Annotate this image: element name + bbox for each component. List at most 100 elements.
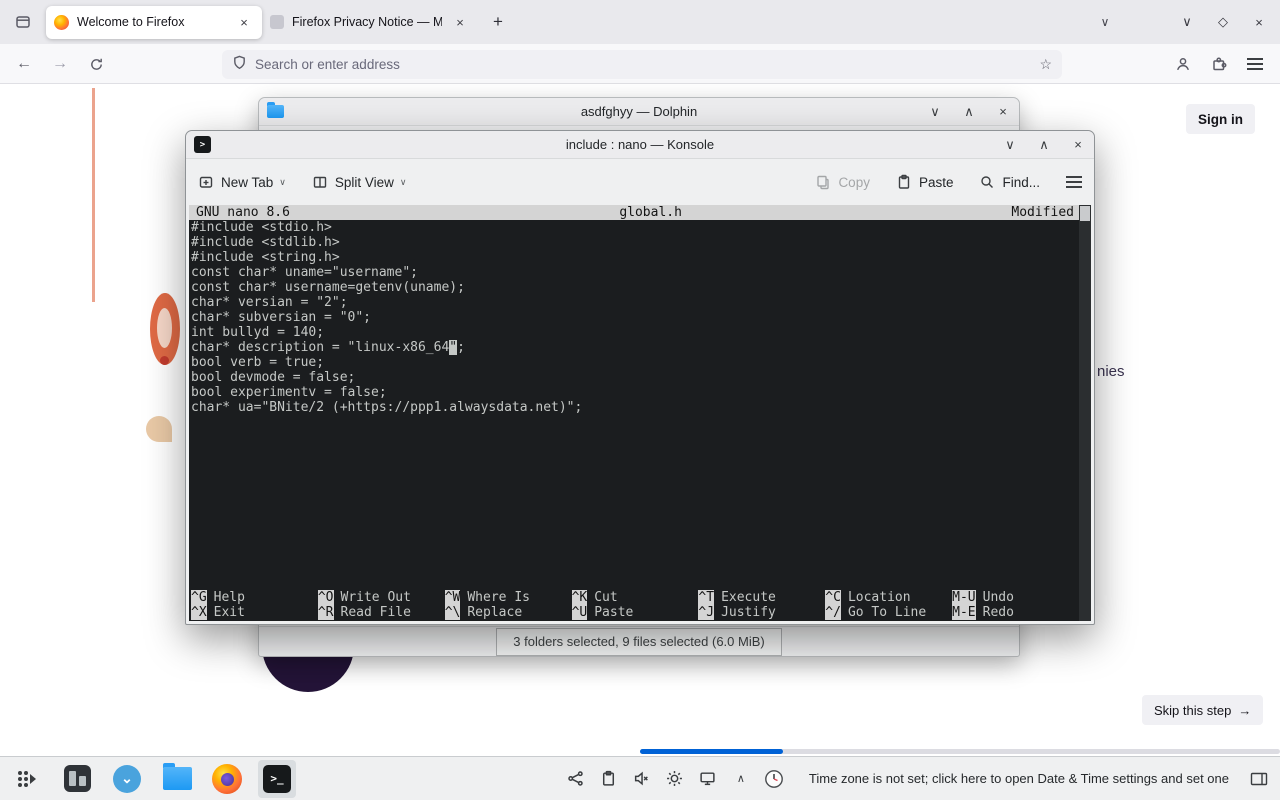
- code-line: int bullyd = 140;: [191, 325, 325, 340]
- code-line: bool devmode = false;: [191, 370, 356, 385]
- text-cursor: ": [449, 340, 458, 355]
- paste-icon: [898, 174, 910, 189]
- tab-title: Firefox Privacy Notice — M: [292, 15, 442, 29]
- nano-shortcut: M-U Undo: [952, 590, 1014, 605]
- clipboard-icon[interactable]: [597, 767, 621, 791]
- tray-expand-icon[interactable]: ∧: [729, 767, 753, 791]
- minimize-button[interactable]: ∨: [1174, 9, 1200, 35]
- new-tab-button[interactable]: New Tab ∨: [198, 174, 286, 190]
- konsole-window: > include : nano — Konsole ∨ ∧ × New Tab…: [185, 130, 1095, 625]
- account-icon[interactable]: [1167, 48, 1199, 80]
- arrow-right-icon: →: [1238, 702, 1252, 718]
- tab-close-icon[interactable]: ×: [450, 12, 470, 32]
- find-button[interactable]: Find...: [979, 174, 1040, 190]
- code-line: bool verb = true;: [191, 355, 325, 370]
- new-tab-button[interactable]: +: [484, 8, 512, 36]
- url-bar[interactable]: ☆: [222, 50, 1062, 79]
- dolphin-app-icon: [267, 102, 284, 118]
- nano-title-bar: GNU nano 8.6 global.h Modified: [189, 205, 1079, 220]
- menu-icon[interactable]: [1239, 48, 1271, 80]
- paste-button[interactable]: Paste: [896, 174, 953, 190]
- nano-filename: global.h: [619, 205, 682, 220]
- code-line: char* ua="BNite/2 (+https://ppp1.alwaysd…: [191, 400, 583, 415]
- taskbar: ⌄ >_ ∧ Time zone is not set; click here …: [0, 756, 1280, 800]
- split-view-label: Split View: [334, 174, 394, 190]
- dolphin-taskbar-icon[interactable]: [158, 760, 196, 798]
- skip-step-button[interactable]: Skip this step →: [1142, 695, 1264, 725]
- application-launcher-icon[interactable]: [8, 760, 46, 798]
- split-view-button[interactable]: Split View ∨: [312, 174, 407, 190]
- chevron-down-icon[interactable]: ∨: [400, 177, 407, 188]
- nano-shortcut: ^G Help: [191, 590, 245, 605]
- minimize-button[interactable]: ∨: [1002, 137, 1018, 153]
- close-button[interactable]: ×: [995, 104, 1011, 120]
- nano-shortcut: ^U Paste: [571, 605, 634, 620]
- timezone-notification[interactable]: Time zone is not set; click here to open…: [809, 771, 1229, 786]
- konsole-window-title: include : nano — Konsole: [565, 137, 715, 152]
- terminal-scrollbar[interactable]: [1079, 205, 1091, 621]
- nano-shortcut: ^/Go To Line: [825, 605, 927, 620]
- forward-button[interactable]: →: [44, 48, 76, 80]
- bookmark-star-icon[interactable]: ☆: [1039, 56, 1052, 73]
- chevron-down-icon[interactable]: ∨: [279, 177, 286, 188]
- back-button[interactable]: ←: [8, 48, 40, 80]
- firefox-favicon: [54, 14, 69, 30]
- selection-status-text: 3 folders selected, 9 files selected (6.…: [496, 627, 782, 656]
- nano-shortcut: ^J Justify: [698, 605, 776, 620]
- dolphin-status-bar: 3 folders selected, 9 files selected (6.…: [259, 626, 1019, 656]
- desktop: Welcome to Firefox × Firefox Privacy Not…: [0, 0, 1280, 800]
- konsole-taskbar-icon[interactable]: >_: [258, 759, 296, 798]
- maximize-button[interactable]: ∧: [961, 104, 977, 120]
- brightness-icon[interactable]: [663, 767, 687, 791]
- konsole-toolbar: New Tab ∨ Split View ∨ Copy Paste Find..…: [186, 159, 1094, 205]
- nano-shortcut: ^R Read File: [317, 605, 411, 620]
- nano-shortcut: ^K Cut: [571, 590, 618, 605]
- nano-shortcut: ^\ Replace: [444, 605, 523, 620]
- list-all-tabs-icon[interactable]: ∨: [1092, 9, 1118, 35]
- nano-buffer: #include <stdio.h> #include <stdlib.h> #…: [189, 220, 1091, 415]
- code-line: char* subversian = "0";: [191, 310, 372, 325]
- tab-close-icon[interactable]: ×: [234, 12, 254, 32]
- copy-button[interactable]: Copy: [815, 174, 870, 190]
- onboarding-progress-track: [640, 749, 1280, 754]
- firefox-nav-bar: ← → ☆: [0, 44, 1280, 84]
- page-text-fragment: nies: [1097, 363, 1125, 380]
- tab-welcome-to-firefox[interactable]: Welcome to Firefox ×: [46, 5, 262, 39]
- firefox-window-controls: ∨ ◇ ×: [1174, 9, 1272, 35]
- display-icon[interactable]: [696, 767, 720, 791]
- nano-shortcut: ^X Exit: [191, 605, 245, 620]
- tab-privacy-notice[interactable]: Firefox Privacy Notice — M ×: [262, 6, 478, 39]
- new-tab-icon: [199, 176, 213, 188]
- close-button[interactable]: ×: [1070, 137, 1086, 153]
- code-line-with-cursor: char* description = "linux-x86_64";: [191, 340, 465, 355]
- konsole-menu-button[interactable]: [1066, 176, 1082, 188]
- firefox-taskbar-icon[interactable]: [208, 760, 246, 798]
- system-tray: ∧ Time zone is not set; click here to op…: [564, 766, 1272, 792]
- input-method-icon[interactable]: [564, 767, 588, 791]
- restore-button[interactable]: ◇: [1210, 9, 1236, 35]
- minimize-button[interactable]: ∨: [927, 104, 943, 120]
- sign-in-button[interactable]: Sign in: [1186, 104, 1255, 134]
- extensions-icon[interactable]: [1203, 48, 1235, 80]
- hamburger-icon: [1066, 176, 1082, 188]
- close-button[interactable]: ×: [1246, 9, 1272, 35]
- terminal[interactable]: GNU nano 8.6 global.h Modified #include …: [189, 205, 1091, 621]
- new-tab-label: New Tab: [221, 174, 274, 190]
- system-settings-icon[interactable]: [58, 760, 96, 798]
- skip-step-label: Skip this step: [1154, 702, 1232, 718]
- nano-shortcut: M-E Redo: [952, 605, 1014, 620]
- firefox-tab-bar: Welcome to Firefox × Firefox Privacy Not…: [0, 0, 1280, 44]
- clock-icon[interactable]: [762, 767, 786, 791]
- reload-button[interactable]: [80, 48, 112, 80]
- code-line: #include <stdlib.h>: [191, 235, 340, 250]
- discover-icon[interactable]: ⌄: [108, 760, 146, 798]
- scrollbar-thumb[interactable]: [1080, 206, 1090, 221]
- search-input[interactable]: [255, 57, 1032, 72]
- search-icon: [981, 176, 994, 188]
- page-favicon: [270, 15, 284, 29]
- panel-settings-icon[interactable]: [1246, 766, 1272, 792]
- maximize-button[interactable]: ∧: [1036, 137, 1052, 153]
- firefox-view-icon[interactable]: [8, 7, 38, 37]
- volume-muted-icon[interactable]: [630, 767, 654, 791]
- dolphin-window-title: asdfghyy — Dolphin: [580, 104, 698, 119]
